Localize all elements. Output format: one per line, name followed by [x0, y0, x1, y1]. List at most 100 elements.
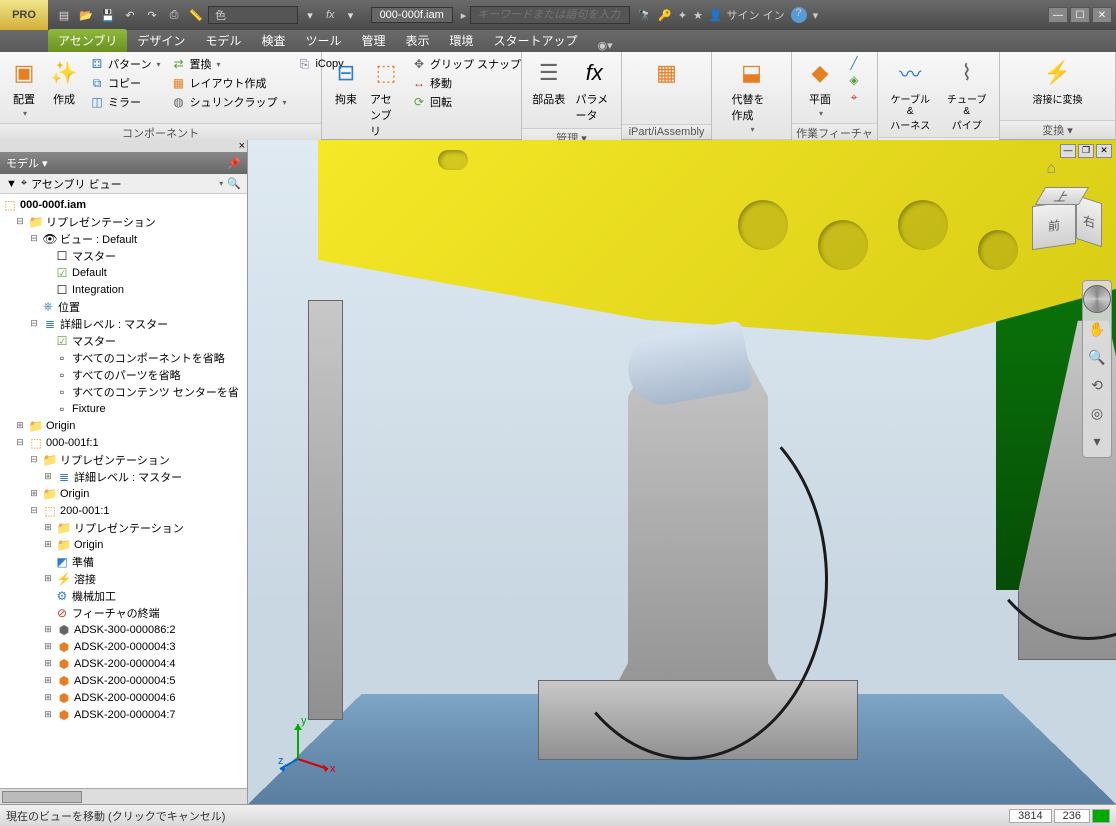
browser-scrollbar[interactable]	[0, 788, 247, 804]
tube-button[interactable]: ⌇チューブ & パイプ	[941, 55, 994, 134]
favorite-icon[interactable]: ★	[693, 9, 703, 22]
tree-node[interactable]: ⊟⬚200-001:1	[0, 502, 247, 519]
search-input[interactable]	[470, 6, 630, 24]
expand-icon[interactable]: ⊞	[42, 675, 54, 686]
qat-print-icon[interactable]: ⎙	[164, 5, 184, 25]
expand-icon[interactable]: ⊞	[42, 624, 54, 635]
scrollbar-thumb[interactable]	[2, 791, 82, 803]
binoculars-icon[interactable]: 🔭	[638, 9, 652, 22]
expand-icon[interactable]: ⊞	[42, 692, 54, 703]
tree-node[interactable]: ☐マスター	[0, 247, 247, 264]
collapse-icon[interactable]: ⊟	[28, 233, 40, 244]
tree-node[interactable]: ▫Fixture	[0, 400, 247, 417]
qat-redo-icon[interactable]: ↷	[142, 5, 162, 25]
filter-icon[interactable]: ▼	[6, 178, 17, 190]
panel-convert-title[interactable]: 変換 ▾	[1000, 120, 1115, 139]
point-icon[interactable]: ◈	[846, 72, 862, 88]
qat-save-icon[interactable]: 💾	[98, 5, 118, 25]
filter-dropdown-icon[interactable]: ▾	[219, 179, 223, 188]
tree-node[interactable]: ⊟⬚000-001f:1	[0, 434, 247, 451]
collapse-icon[interactable]: ⊟	[28, 454, 40, 465]
tree-node[interactable]: ⊞⬢ADSK-300-000086:2	[0, 621, 247, 638]
close-button[interactable]: ✕	[1092, 7, 1112, 23]
weld-convert-button[interactable]: ⚡溶接に変換	[1028, 55, 1088, 108]
tree-node[interactable]: ⊞📁Origin	[0, 536, 247, 553]
lookat-icon[interactable]: ◎	[1085, 401, 1109, 425]
substitute-button[interactable]: ⬓代替を作成▾	[730, 55, 774, 136]
tabs-overflow-icon[interactable]: ◉▾	[598, 39, 613, 52]
tree-node[interactable]: ⊞📁Origin	[0, 485, 247, 502]
expand-icon[interactable]: ⊞	[42, 641, 54, 652]
move-button[interactable]: ↔移動	[408, 74, 524, 92]
grip-snap-button[interactable]: ✥グリップ スナップ	[408, 55, 524, 73]
browser-close-icon[interactable]: ×	[239, 140, 245, 152]
expand-icon[interactable]: ⊞	[28, 488, 40, 499]
fx-dropdown-icon[interactable]: ▾	[341, 5, 361, 25]
tree-node[interactable]: ⊞⬢ADSK-200-000004:5	[0, 672, 247, 689]
replace-button[interactable]: ⇄置換▾	[167, 55, 289, 73]
pan-icon[interactable]: ✋	[1085, 317, 1109, 341]
tab-view[interactable]: 表示	[395, 29, 439, 52]
create-button[interactable]: ✨作成	[46, 55, 82, 109]
pattern-button[interactable]: ⚃パターン▾	[86, 55, 163, 73]
fx-label[interactable]: fx	[326, 9, 335, 21]
tree-node[interactable]: ⎈位置	[0, 298, 247, 315]
expand-icon[interactable]: ⊞	[42, 658, 54, 669]
tree-node[interactable]: ⊟👁ビュー : Default	[0, 230, 247, 247]
orbit-icon[interactable]: ⟲	[1085, 373, 1109, 397]
maximize-button[interactable]: ☐	[1070, 7, 1090, 23]
qat-new-icon[interactable]: ▤	[54, 5, 74, 25]
home-view-icon[interactable]: ⌂	[1046, 160, 1056, 178]
app-badge[interactable]: PRO	[0, 0, 48, 30]
expand-icon[interactable]: ⊞	[42, 573, 54, 584]
tree-node[interactable]: ⚙機械加工	[0, 587, 247, 604]
tree-node[interactable]: ⊟≣詳細レベル : マスター	[0, 315, 247, 332]
tab-manage[interactable]: 管理	[351, 29, 395, 52]
qat-measure-icon[interactable]: 📏	[186, 5, 206, 25]
appearance-dropdown-icon[interactable]: ▾	[300, 5, 320, 25]
signin-button[interactable]: 👤 サイン イン	[709, 7, 785, 23]
title-chevron-icon[interactable]: ▸	[461, 9, 467, 22]
tab-environ[interactable]: 環境	[440, 29, 484, 52]
tab-assembly[interactable]: アセンブリ	[48, 29, 127, 52]
tree-node[interactable]: ▫すべてのコンテンツ センターを省	[0, 383, 247, 400]
tree-node[interactable]: ⊞⬢ADSK-200-000004:4	[0, 655, 247, 672]
qat-undo-icon[interactable]: ↶	[120, 5, 140, 25]
expand-icon[interactable]: ⊞	[42, 539, 54, 550]
mirror-button[interactable]: ◫ミラー	[86, 93, 163, 111]
nav-more-icon[interactable]: ▾	[1085, 429, 1109, 453]
cable-button[interactable]: 〰ケーブル & ハーネス	[884, 55, 937, 134]
tab-inspect[interactable]: 検査	[251, 29, 295, 52]
plane-button[interactable]: ◆平面▾	[798, 55, 842, 120]
vp-close-icon[interactable]: ✕	[1096, 144, 1112, 158]
tab-startup[interactable]: スタートアップ	[484, 29, 588, 52]
rotate-button[interactable]: ⟳回転	[408, 93, 524, 111]
layout-button[interactable]: ▦レイアウト作成	[167, 74, 289, 92]
copy-button[interactable]: ⧉コピー	[86, 74, 163, 92]
bom-button[interactable]: ☰部品表	[528, 55, 570, 109]
browser-header[interactable]: モデル ▾📌	[0, 152, 247, 174]
tree-node[interactable]: ⊞⚡溶接	[0, 570, 247, 587]
tab-tools[interactable]: ツール	[295, 29, 351, 52]
browser-pin-icon[interactable]: 📌	[227, 157, 241, 170]
find-icon[interactable]: 🔍	[227, 177, 241, 190]
help-icon[interactable]: ?	[791, 7, 807, 23]
help-dropdown-icon[interactable]: ▾	[813, 9, 819, 22]
viewcube-front[interactable]: 前	[1032, 200, 1076, 250]
funnel-icon[interactable]: ⌖	[21, 177, 27, 190]
appearance-select[interactable]	[208, 6, 298, 24]
axis-icon[interactable]: ╱	[846, 55, 862, 71]
expand-icon[interactable]: ⊞	[42, 471, 54, 482]
tree-node[interactable]: ⊞📁Origin	[0, 417, 247, 434]
ipart-button[interactable]: ▦	[645, 55, 689, 91]
expand-icon[interactable]: ⊞	[14, 420, 26, 431]
model-tree[interactable]: ⬚000-000f.iam ⊟📁リプレゼンテーション ⊟👁ビュー : Defau…	[0, 194, 247, 788]
filter-input[interactable]	[31, 178, 213, 190]
key-icon[interactable]: 🔑	[658, 9, 672, 22]
tree-node[interactable]: ▫すべてのコンポーネントを省略	[0, 349, 247, 366]
tab-design[interactable]: デザイン	[127, 29, 195, 52]
tree-node[interactable]: ⊘フィーチャの終端	[0, 604, 247, 621]
tree-node[interactable]: ☑Default	[0, 264, 247, 281]
viewcube[interactable]: 前 右 上	[1026, 185, 1096, 255]
constrain-button[interactable]: ⊟拘束	[328, 55, 364, 109]
